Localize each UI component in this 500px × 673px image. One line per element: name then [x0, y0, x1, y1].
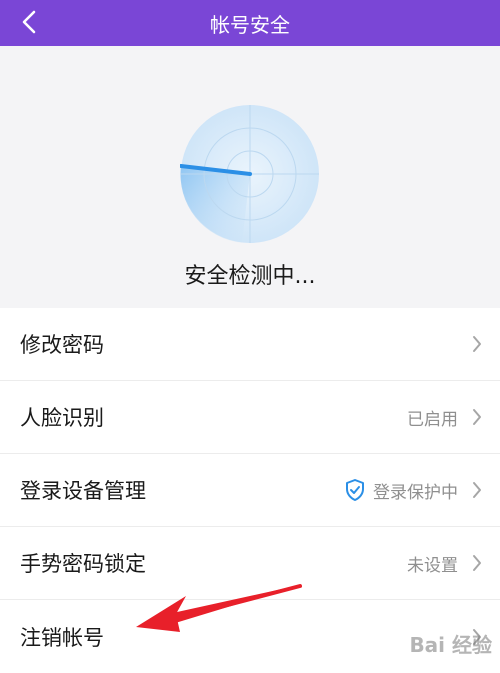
menu-item-value: 未设置	[407, 555, 458, 576]
menu-item-right	[472, 335, 482, 353]
menu-item-label: 修改密码	[20, 333, 104, 357]
chevron-right-icon	[473, 555, 481, 571]
page-title: 帐号安全	[210, 12, 290, 37]
menu-item-value: 已启用	[407, 409, 458, 430]
watermark: Bai 经验	[409, 633, 492, 657]
menu-item-right: 未设置	[407, 551, 482, 576]
menu-item-label: 注销帐号	[20, 625, 104, 650]
chevron-left-icon	[22, 10, 36, 34]
menu-item-right: 已启用	[407, 405, 482, 430]
back-button[interactable]	[14, 6, 44, 38]
menu-item-right: 登录保护中	[345, 478, 482, 503]
shield-check-icon	[346, 479, 364, 501]
menu-item-value: 登录保护中	[373, 482, 458, 503]
scan-status-text: 安全检测中...	[184, 264, 316, 289]
menu-item-label: 人脸识别	[20, 406, 104, 430]
menu-item-change-password[interactable]: 修改密码	[0, 308, 500, 381]
menu-item-label: 登录设备管理	[20, 479, 146, 503]
chevron-right-icon	[473, 336, 481, 352]
security-menu: 修改密码 人脸识别 已启用 登录设备管理 登录保护中 手势密码锁定 未设置 注销…	[0, 308, 500, 673]
menu-item-face-recognition[interactable]: 人脸识别 已启用	[0, 381, 500, 454]
menu-item-device-management[interactable]: 登录设备管理 登录保护中	[0, 454, 500, 527]
chevron-right-icon	[473, 482, 481, 498]
radar-scan-icon	[180, 105, 319, 243]
app-header: 帐号安全	[0, 0, 500, 46]
security-scan-panel: 安全检测中...	[0, 46, 500, 308]
menu-item-label: 手势密码锁定	[20, 552, 146, 576]
menu-item-gesture-lock[interactable]: 手势密码锁定 未设置	[0, 527, 500, 600]
chevron-right-icon	[473, 409, 481, 425]
